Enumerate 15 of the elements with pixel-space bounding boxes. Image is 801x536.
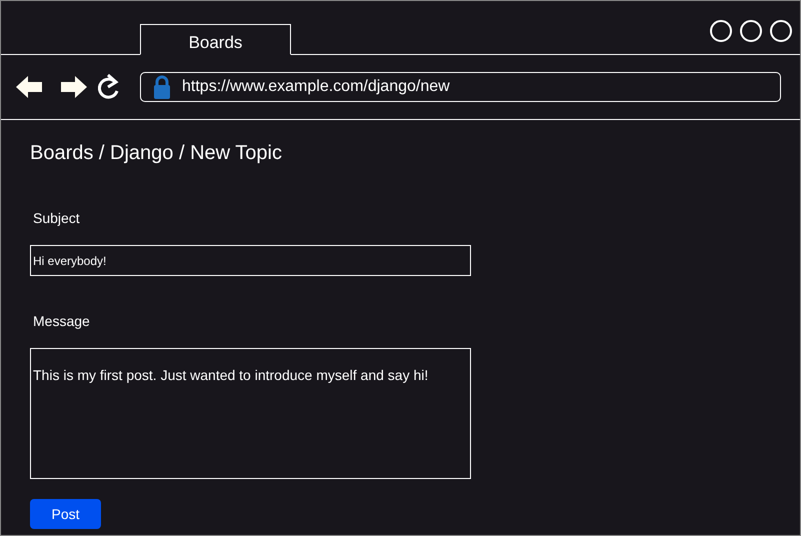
url-text: https://www.example.com/django/new	[182, 77, 450, 97]
post-button[interactable]: Post	[30, 499, 101, 529]
address-bar[interactable]: https://www.example.com/django/new	[140, 72, 781, 102]
forward-arrow-icon[interactable]	[61, 76, 87, 98]
subject-input-field[interactable]: Hi everybody!	[30, 245, 471, 276]
field-label: Message	[33, 312, 90, 331]
field-label: Subject	[33, 209, 80, 228]
padlock-icon	[153, 75, 171, 99]
window-control-icon[interactable]	[740, 20, 762, 42]
message-text-area[interactable]: This is my first post. Just wanted to introduce myself and say hi!	[30, 348, 471, 479]
breadcrumb-heading: Boards / Django / New Topic	[30, 141, 283, 166]
window-control-icon[interactable]	[710, 20, 732, 42]
window-control-icon[interactable]	[770, 20, 792, 42]
browser-tab[interactable]: Boards	[140, 24, 291, 55]
back-arrow-icon[interactable]	[16, 76, 42, 98]
